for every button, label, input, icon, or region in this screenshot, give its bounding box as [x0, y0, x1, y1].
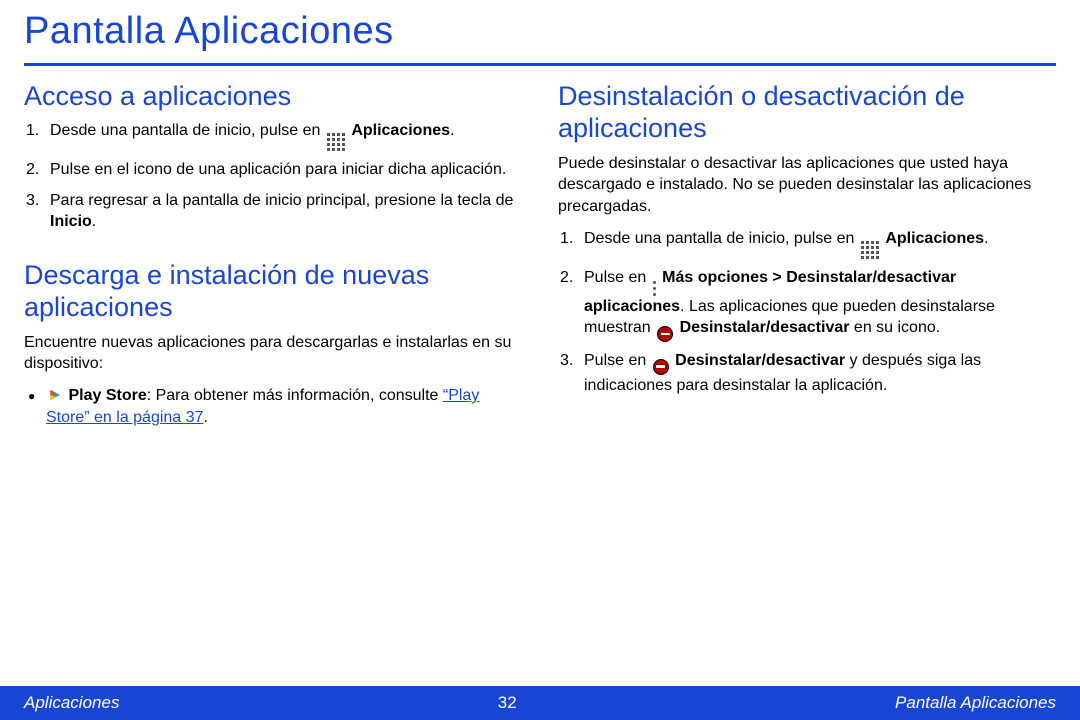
play-store-icon	[48, 388, 62, 402]
uninstall-intro: Puede desinstalar o desactivar las aplic…	[558, 153, 1056, 218]
step-text: Desde una pantalla de inicio, pulse en A…	[584, 228, 988, 259]
step-number: 3.	[26, 190, 44, 233]
access-steps: 1. Desde una pantalla de inicio, pulse e…	[24, 120, 522, 233]
step-text: Pulse en Desinstalar/desactivar y despué…	[584, 350, 1056, 396]
text: Pulse en	[584, 269, 651, 286]
aplicaciones-label: Aplicaciones	[351, 122, 450, 139]
uninstall-label: Desinstalar/desactivar	[680, 319, 850, 336]
text: .	[450, 122, 454, 139]
step-number: 3.	[560, 350, 578, 396]
left-column: Acceso a aplicaciones 1. Desde una panta…	[24, 80, 522, 428]
aplicaciones-label: Aplicaciones	[885, 230, 984, 247]
inicio-label: Inicio	[50, 213, 92, 230]
page-footer: Aplicaciones 32 Pantalla Aplicaciones	[0, 686, 1080, 720]
step-text: Para regresar a la pantalla de inicio pr…	[50, 190, 522, 233]
play-store-label: Play Store	[68, 387, 146, 404]
access-step-3: 3. Para regresar a la pantalla de inicio…	[24, 190, 522, 233]
title-rule	[24, 63, 1056, 66]
footer-right: Pantalla Aplicaciones	[895, 693, 1056, 713]
download-intro: Encuentre nuevas aplicaciones para desca…	[24, 332, 522, 375]
play-store-text: Play Store: Para obtener más información…	[46, 385, 522, 428]
uninstall-steps: 1. Desde una pantalla de inicio, pulse e…	[558, 228, 1056, 397]
step-text: Desde una pantalla de inicio, pulse en A…	[50, 120, 454, 151]
footer-page-number: 32	[498, 693, 517, 713]
uninstall-minus-icon	[657, 326, 673, 342]
step-number: 1.	[26, 120, 44, 151]
access-step-1: 1. Desde una pantalla de inicio, pulse e…	[24, 120, 522, 151]
heading-uninstall: Desinstalación o desactivación de aplica…	[558, 80, 1056, 145]
more-options-icon	[653, 281, 656, 296]
text: : Para obtener más información, consulte	[147, 387, 443, 404]
footer-left: Aplicaciones	[24, 693, 119, 713]
apps-grid-icon	[327, 133, 345, 151]
access-step-2: 2. Pulse en el icono de una aplicación p…	[24, 159, 522, 181]
text: Para regresar a la pantalla de inicio pr…	[50, 192, 513, 209]
step-text: Pulse en el icono de una aplicación para…	[50, 159, 506, 181]
download-list: ● Play Store: Para obtener más informaci…	[24, 385, 522, 428]
uninstall-step-2: 2. Pulse en Más opciones > Desinstalar/d…	[558, 267, 1056, 342]
heading-access: Acceso a aplicaciones	[24, 80, 522, 112]
text: Desde una pantalla de inicio, pulse en	[50, 122, 325, 139]
bullet-icon: ●	[28, 385, 38, 428]
text: .	[92, 213, 96, 230]
text: .	[203, 409, 207, 426]
uninstall-step-3: 3. Pulse en Desinstalar/desactivar y des…	[558, 350, 1056, 396]
play-store-item: ● Play Store: Para obtener más informaci…	[28, 385, 522, 428]
page: Pantalla Aplicaciones Acceso a aplicacio…	[0, 0, 1080, 720]
step-number: 2.	[560, 267, 578, 342]
step-number: 1.	[560, 228, 578, 259]
uninstall-minus-icon	[653, 359, 669, 375]
text: Pulse en	[584, 352, 651, 369]
apps-grid-icon	[861, 241, 879, 259]
text: .	[984, 230, 988, 247]
text: en su icono.	[849, 319, 940, 336]
page-title: Pantalla Aplicaciones	[24, 10, 1056, 61]
text: Desde una pantalla de inicio, pulse en	[584, 230, 859, 247]
right-column: Desinstalación o desactivación de aplica…	[558, 80, 1056, 428]
step-number: 2.	[26, 159, 44, 181]
step-text: Pulse en Más opciones > Desinstalar/desa…	[584, 267, 1056, 342]
heading-download: Descarga e instalación de nuevas aplicac…	[24, 259, 522, 324]
uninstall-label: Desinstalar/desactivar	[675, 352, 845, 369]
uninstall-step-1: 1. Desde una pantalla de inicio, pulse e…	[558, 228, 1056, 259]
two-column-layout: Acceso a aplicaciones 1. Desde una panta…	[24, 80, 1056, 428]
